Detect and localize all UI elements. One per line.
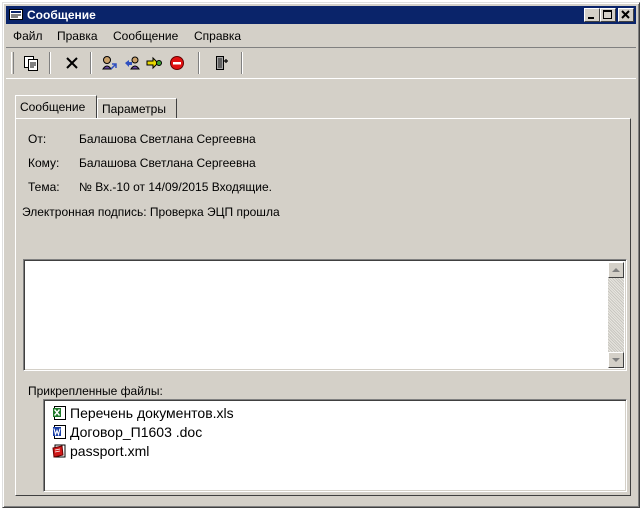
menu-help[interactable]: Справка	[194, 29, 241, 43]
status-bar	[6, 498, 636, 506]
subject-label: Тема:	[28, 180, 60, 194]
copy-document-icon	[24, 56, 38, 71]
toolbar-separator	[49, 52, 51, 74]
attachment-name: passport.xml	[70, 443, 150, 459]
scroll-down-button[interactable]	[608, 352, 624, 368]
exit-door-icon	[216, 56, 228, 70]
toolbar-separator	[241, 52, 243, 74]
menu-file[interactable]: Файл	[13, 29, 43, 43]
attachment-name: Договор_П1603 .doc	[70, 424, 203, 440]
exit-button[interactable]	[210, 52, 232, 74]
from-value: Балашова Светлана Сергеевна	[79, 132, 256, 146]
attachment-name: Перечень документов.xls	[70, 405, 234, 421]
stop-button[interactable]	[166, 52, 188, 74]
toolbar-separator	[198, 52, 200, 74]
subject-value: № Вх.-10 от 14/09/2015 Входящие.	[79, 180, 272, 194]
window-title: Сообщение	[27, 8, 96, 22]
maximize-button[interactable]	[600, 8, 616, 22]
attachments-list[interactable]: Перечень документов.xls Договор_П1603 .d…	[43, 399, 627, 492]
stop-icon	[170, 56, 184, 70]
message-window: Сообщение Файл Правка Сообщение Справка	[2, 2, 640, 508]
toolbar-separator	[90, 52, 92, 74]
delete-x-icon	[66, 57, 78, 69]
toolbar	[6, 47, 636, 79]
scroll-up-button[interactable]	[608, 262, 624, 278]
copy-button[interactable]	[20, 52, 42, 74]
maximize-icon	[603, 10, 612, 19]
excel-file-icon	[53, 406, 66, 420]
arrow-up-icon	[612, 268, 620, 272]
arrow-down-icon	[612, 358, 620, 362]
message-body[interactable]	[23, 259, 627, 371]
word-file-icon	[53, 425, 66, 439]
mail-app-icon	[9, 9, 23, 20]
reply-button[interactable]	[98, 52, 120, 74]
to-value: Балашова Светлана Сергеевна	[79, 156, 256, 170]
forward-button[interactable]	[143, 52, 165, 74]
attachments-label: Прикрепленные файлы:	[28, 384, 163, 398]
menu-edit[interactable]: Правка	[57, 29, 98, 43]
from-label: От:	[28, 132, 47, 146]
forward-icon	[146, 56, 162, 70]
title-bar[interactable]: Сообщение	[6, 6, 636, 24]
minimize-icon	[588, 17, 594, 19]
close-button[interactable]	[618, 8, 634, 22]
menu-bar: Файл Правка Сообщение Справка	[6, 27, 636, 45]
signature-status: Электронная подпись: Проверка ЭЦП прошла	[22, 205, 280, 219]
xml-file-icon	[52, 444, 66, 458]
minimize-button[interactable]	[584, 8, 600, 22]
reply-all-button[interactable]	[121, 52, 143, 74]
tab-strip: Сообщение Параметры	[15, 95, 631, 119]
toolbar-grip[interactable]	[11, 52, 14, 74]
tab-parameters[interactable]: Параметры	[97, 98, 177, 119]
reply-all-icon	[125, 56, 140, 70]
menu-message[interactable]: Сообщение	[113, 29, 178, 43]
reply-icon	[102, 56, 117, 70]
tab-message[interactable]: Сообщение	[15, 95, 97, 118]
to-label: Кому:	[28, 156, 60, 170]
close-icon	[621, 10, 630, 19]
vertical-scrollbar[interactable]	[608, 262, 624, 368]
delete-button[interactable]	[61, 52, 83, 74]
